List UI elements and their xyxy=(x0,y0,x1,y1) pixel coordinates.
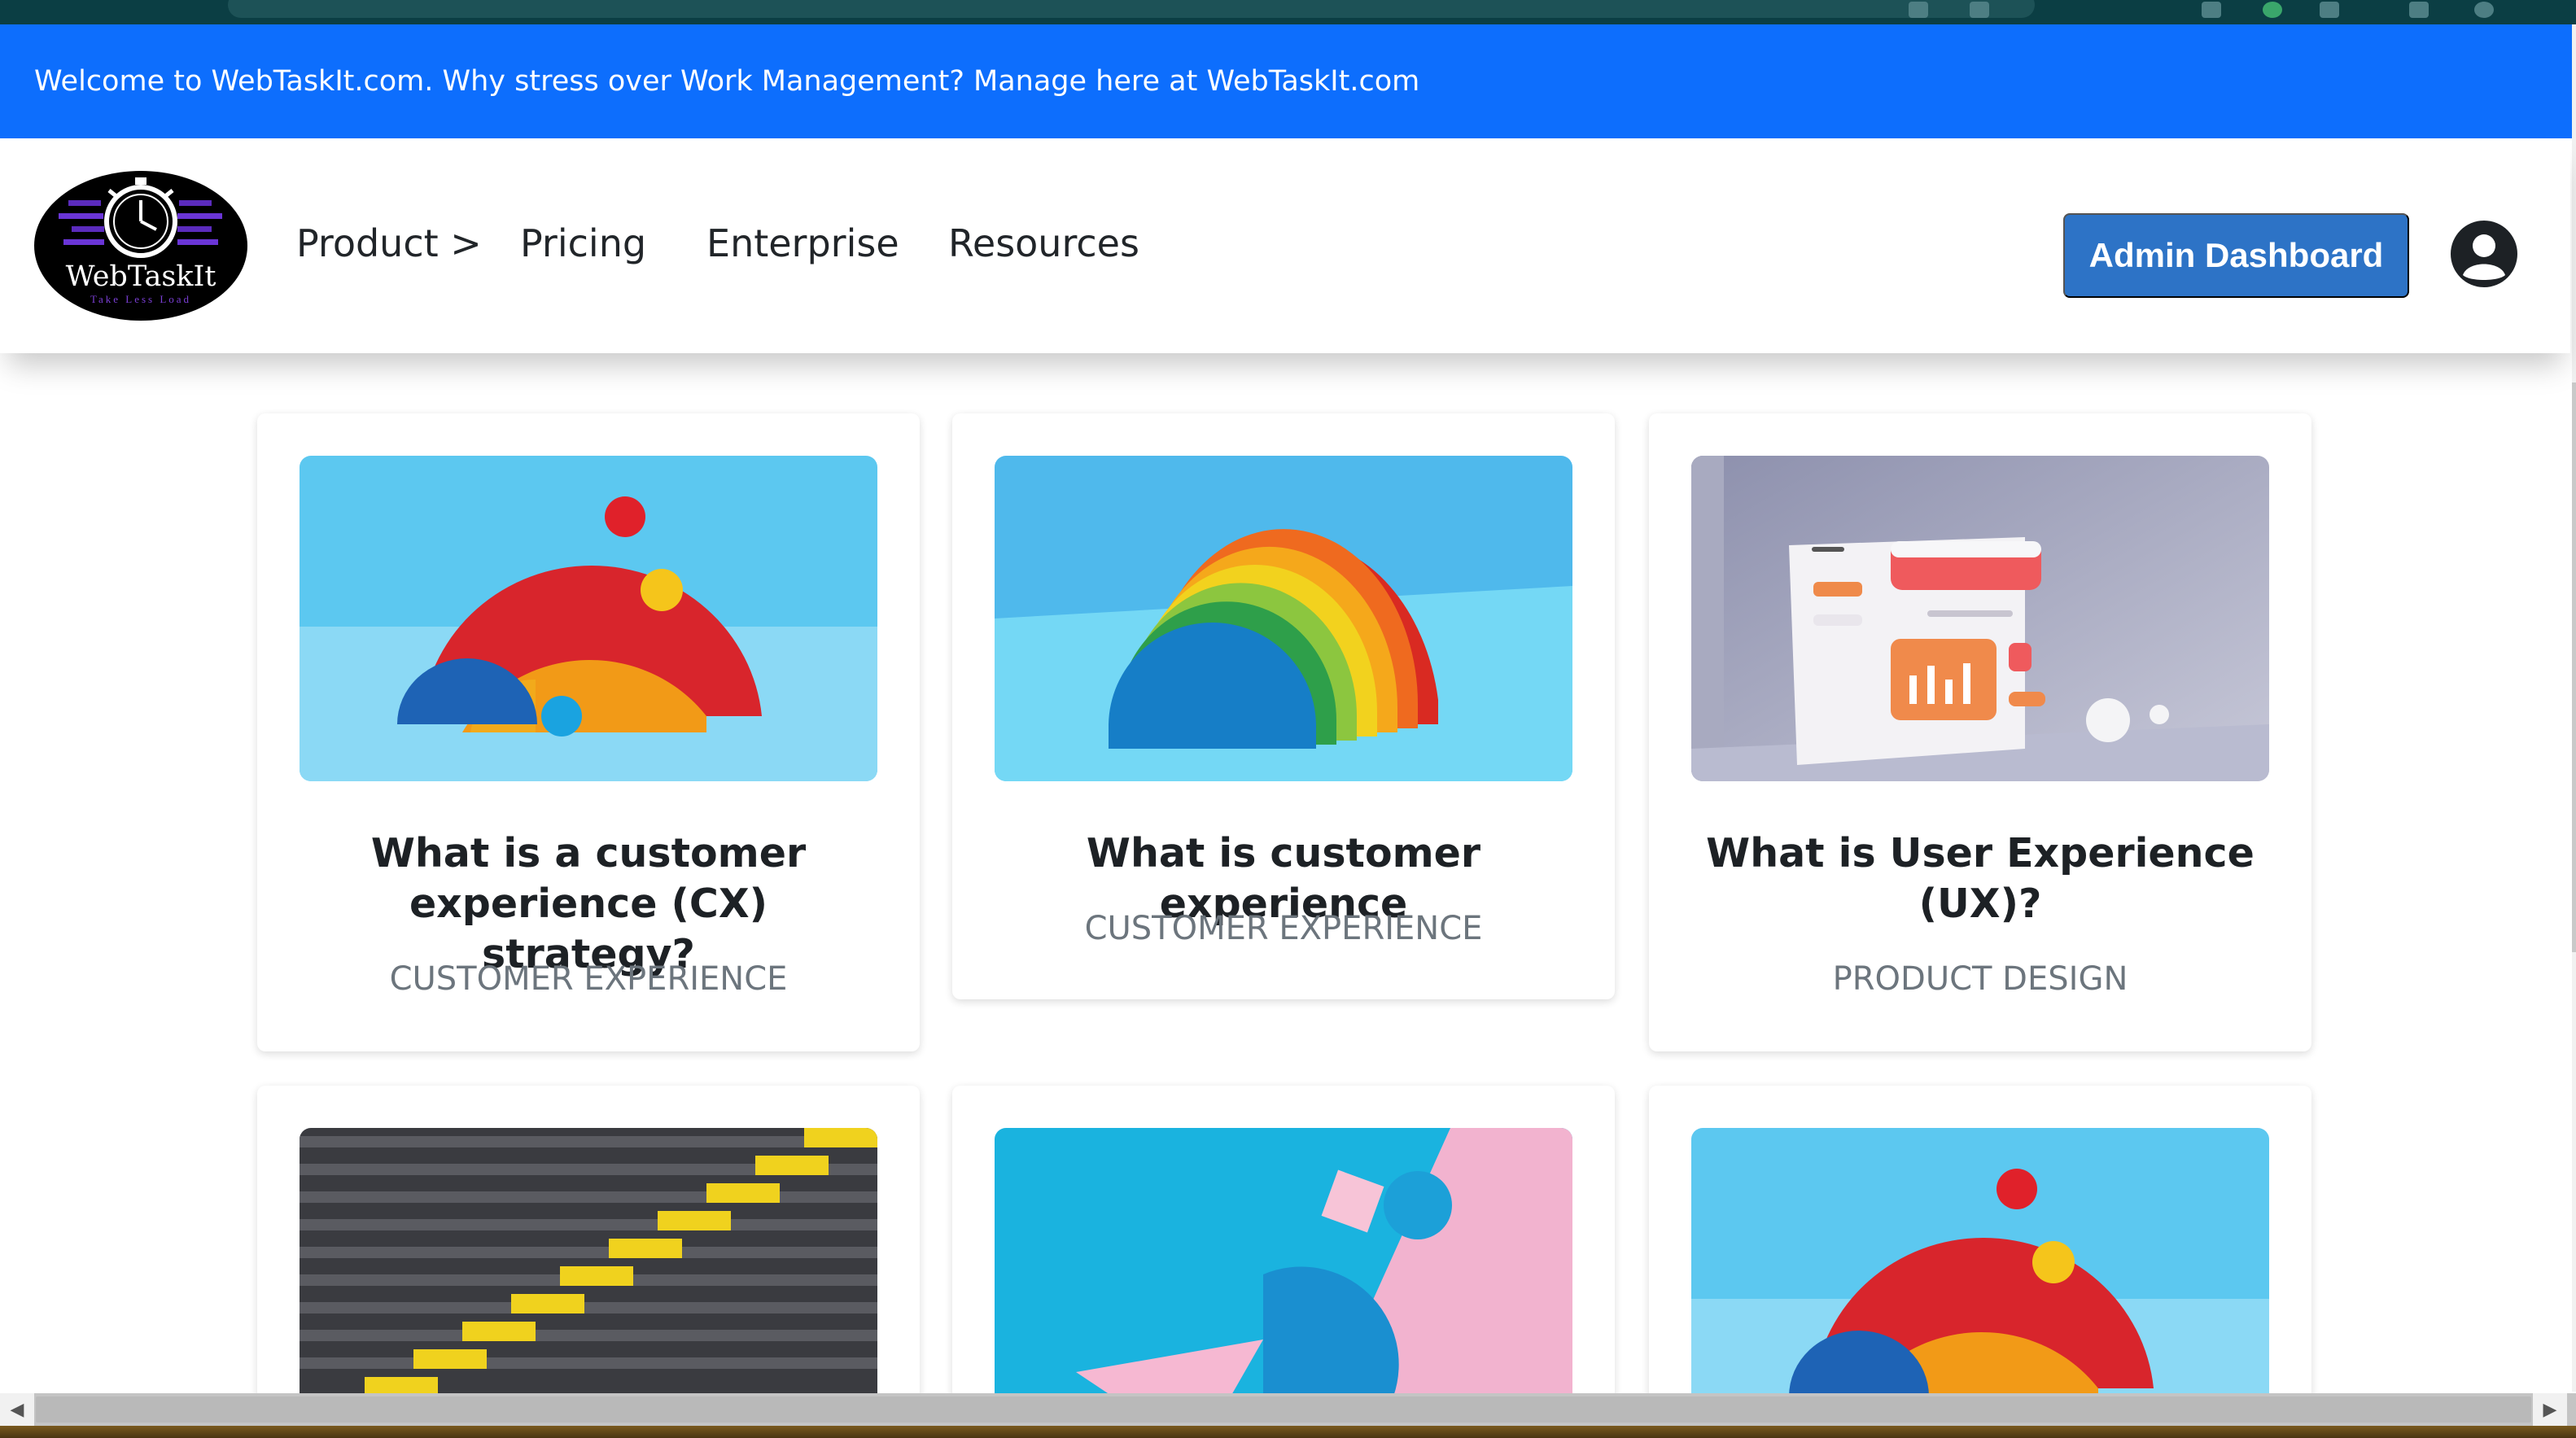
card-image-art xyxy=(995,1128,1572,1438)
extension-icon[interactable] xyxy=(1970,2,1989,18)
nav-resources[interactable]: Resources xyxy=(948,221,1139,265)
sidebar-icon[interactable] xyxy=(2409,2,2429,18)
card-image[interactable] xyxy=(1691,1128,2269,1438)
card-category: Customer Experience xyxy=(389,960,788,998)
site-navbar: WebTaskIt Take Less Load Product > Prici… xyxy=(0,138,2570,353)
page-scrollbar[interactable] xyxy=(2572,24,2576,1392)
scroll-right-icon[interactable]: ▶ xyxy=(2533,1393,2567,1426)
page-scrollbar-thumb[interactable] xyxy=(2572,382,2576,952)
article-card[interactable]: What is customer experience Customer Exp… xyxy=(952,413,1615,999)
site-logo[interactable]: WebTaskIt Take Less Load xyxy=(34,171,247,321)
taskbar-edge xyxy=(0,1426,2576,1438)
nav-product[interactable]: Product > xyxy=(296,221,482,265)
card-image[interactable] xyxy=(995,456,1572,781)
article-card[interactable] xyxy=(257,1086,920,1438)
browser-toolbar xyxy=(0,0,2576,24)
card-image[interactable] xyxy=(300,1128,877,1438)
article-card[interactable] xyxy=(1649,1086,2311,1438)
extension-icon[interactable] xyxy=(2320,2,2339,18)
article-card[interactable]: What is a customer experience (CX) strat… xyxy=(257,413,920,1051)
nav-enterprise[interactable]: Enterprise xyxy=(706,221,899,265)
browser-viewport: Welcome to WebTaskIt.com. Why stress ove… xyxy=(0,0,2576,1438)
card-image-art xyxy=(1691,456,2269,781)
nav-pricing[interactable]: Pricing xyxy=(520,221,646,265)
card-image-art xyxy=(1691,1128,2269,1438)
card-image[interactable] xyxy=(995,1128,1572,1438)
card-image[interactable] xyxy=(1691,456,2269,781)
announcement-text: Welcome to WebTaskIt.com. Why stress ove… xyxy=(34,65,1420,98)
profile-avatar[interactable] xyxy=(2474,2,2494,18)
article-card[interactable] xyxy=(952,1086,1615,1438)
article-card[interactable]: What is User Experience (UX)? Product De… xyxy=(1649,413,2311,1051)
card-image-art xyxy=(300,1128,877,1438)
scroll-left-icon[interactable]: ◀ xyxy=(0,1393,34,1426)
logo-wordmark: WebTaskIt xyxy=(65,260,216,293)
card-image-art xyxy=(995,456,1572,781)
admin-dashboard-button[interactable]: Admin Dashboard xyxy=(2063,213,2409,298)
announcement-bar: Welcome to WebTaskIt.com. Why stress ove… xyxy=(0,24,2572,138)
card-category: Product Design xyxy=(1832,960,2128,998)
logo-tagline: Take Less Load xyxy=(90,293,192,305)
card-title[interactable]: What is a customer experience (CX) strat… xyxy=(314,828,863,980)
bookmark-icon[interactable] xyxy=(1909,2,1928,18)
extension-icon[interactable] xyxy=(2263,2,2282,18)
card-image-art xyxy=(300,456,877,781)
card-image[interactable] xyxy=(300,456,877,781)
card-category: Customer Experience xyxy=(1084,910,1483,947)
address-bar[interactable] xyxy=(228,0,2035,18)
extension-icon[interactable] xyxy=(2202,2,2221,18)
horizontal-scrollbar-thumb[interactable] xyxy=(36,1396,2531,1423)
horizontal-scrollbar[interactable]: ◀ ▶ xyxy=(0,1393,2576,1426)
card-title[interactable]: What is User Experience (UX)? xyxy=(1706,828,2255,929)
user-account-icon[interactable] xyxy=(2450,220,2518,288)
